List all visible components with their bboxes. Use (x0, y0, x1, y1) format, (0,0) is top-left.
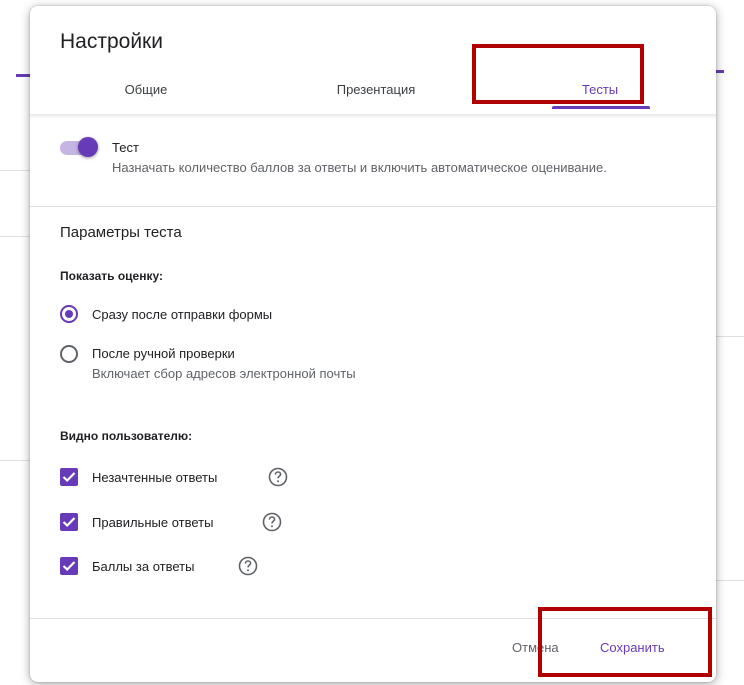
background-rule (0, 170, 30, 171)
help-icon[interactable] (262, 512, 282, 532)
tab-general[interactable]: Общие (86, 78, 206, 116)
quiz-toggle-label: Тест (112, 140, 139, 155)
check-icon (62, 472, 76, 483)
checkbox-missed-answers[interactable] (60, 468, 78, 486)
check-icon (62, 561, 76, 572)
background-rule (716, 336, 744, 337)
checkbox-point-values-label[interactable]: Баллы за ответы (92, 559, 194, 574)
help-icon[interactable] (268, 467, 288, 487)
radio-manual-review-sub: Включает сбор адресов электронной почты (92, 366, 356, 381)
checkbox-correct-answers[interactable] (60, 513, 78, 531)
background-rule (0, 460, 30, 461)
visible-to-user-heading: Видно пользователю: (60, 429, 193, 443)
quiz-toggle-description: Назначать количество баллов за ответы и … (112, 160, 607, 175)
quiz-params-title: Параметры теста (60, 224, 182, 241)
background-accent-right (716, 70, 724, 73)
radio-manual-review[interactable] (60, 345, 78, 363)
radio-immediately[interactable] (60, 305, 78, 323)
checkbox-correct-answers-label[interactable]: Правильные ответы (92, 515, 213, 530)
help-icon[interactable] (238, 556, 258, 576)
active-tab-indicator (552, 106, 650, 109)
highlight-box-quizzes-tab (472, 44, 644, 104)
settings-dialog: Настройки Общие Презентация Тесты Тест Н… (30, 6, 716, 682)
checkbox-point-values[interactable] (60, 557, 78, 575)
check-icon (62, 517, 76, 528)
radio-dot (65, 310, 73, 318)
background-accent (16, 74, 30, 77)
radio-immediately-label[interactable]: Сразу после отправки формы (92, 307, 272, 322)
background-rule (0, 236, 30, 237)
section-divider (30, 206, 716, 207)
tabs-divider (30, 114, 716, 119)
tab-presentation[interactable]: Презентация (296, 78, 456, 116)
background-rule (716, 580, 744, 581)
show-grade-heading: Показать оценку: (60, 269, 163, 283)
toggle-thumb (78, 137, 98, 157)
dialog-title: Настройки (60, 30, 163, 53)
radio-manual-review-label[interactable]: После ручной проверки (92, 346, 235, 361)
checkbox-missed-answers-label[interactable]: Незачтенные ответы (92, 470, 217, 485)
quiz-toggle[interactable] (60, 137, 100, 157)
highlight-box-save-button (538, 607, 712, 677)
